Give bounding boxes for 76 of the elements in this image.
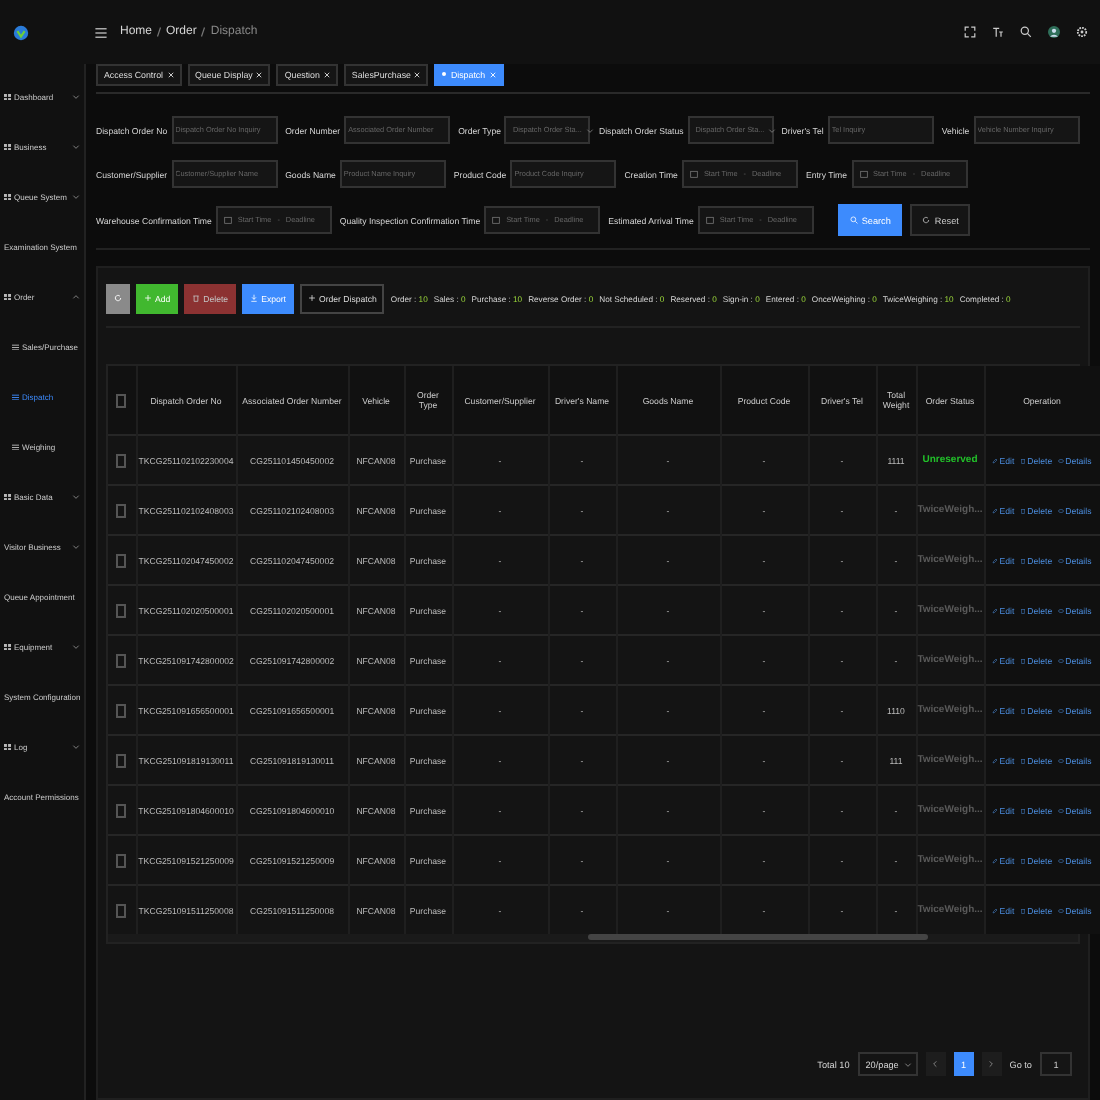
separator-icon — [200, 26, 207, 38]
list-icon — [12, 343, 19, 351]
plus-icon — [308, 294, 316, 302]
eye-icon — [1058, 707, 1065, 713]
settings-icon[interactable] — [1076, 26, 1088, 38]
pencil-icon — [992, 907, 999, 913]
trash-icon — [1020, 807, 1027, 813]
refresh-button[interactable] — [106, 283, 130, 313]
checkbox[interactable] — [116, 853, 127, 867]
pencil-icon — [992, 507, 999, 513]
trash-icon — [1020, 607, 1027, 613]
search-icon[interactable] — [1020, 26, 1032, 38]
pencil-icon — [992, 857, 999, 863]
eye-icon — [1058, 857, 1065, 863]
chevron-left-icon — [932, 1060, 939, 1068]
trash-icon — [1020, 507, 1027, 513]
text-size-icon[interactable] — [992, 26, 1004, 38]
separator-icon — [156, 26, 163, 38]
pencil-icon — [992, 807, 999, 813]
pencil-icon — [992, 657, 999, 663]
menu-icon[interactable] — [94, 25, 108, 39]
trash-icon — [1020, 557, 1027, 563]
checkbox[interactable] — [116, 603, 127, 617]
close-icon[interactable] — [323, 71, 330, 77]
close-icon[interactable] — [414, 71, 421, 77]
eye-icon — [1058, 457, 1065, 463]
trash-icon — [1020, 857, 1027, 863]
avatar-icon[interactable] — [1048, 26, 1060, 38]
trash-icon — [1020, 757, 1027, 763]
chevron-down-icon — [904, 1061, 913, 1067]
chevron-right-icon — [988, 1060, 995, 1068]
pencil-icon — [992, 757, 999, 763]
list-icon — [12, 393, 19, 401]
pencil-icon — [992, 557, 999, 563]
trash-icon — [192, 294, 201, 302]
eye-icon — [1058, 507, 1065, 513]
search-icon — [849, 216, 858, 224]
close-icon[interactable] — [256, 71, 263, 77]
calendar-icon — [689, 170, 698, 178]
plus-icon — [144, 294, 152, 302]
eye-icon — [1058, 557, 1065, 563]
eye-icon — [1058, 907, 1065, 913]
checkbox[interactable] — [116, 553, 127, 567]
trash-icon — [1020, 707, 1027, 713]
eye-icon — [1058, 807, 1065, 813]
refresh-icon — [114, 294, 122, 302]
download-icon — [250, 294, 259, 302]
checkbox[interactable] — [116, 903, 127, 917]
calendar-icon — [223, 216, 232, 224]
eye-icon — [1058, 607, 1065, 613]
trash-icon — [1020, 907, 1027, 913]
fullscreen-icon[interactable] — [964, 26, 976, 38]
calendar-icon — [705, 216, 714, 224]
checkbox[interactable] — [116, 803, 127, 817]
pencil-icon — [992, 607, 999, 613]
refresh-icon — [922, 216, 931, 224]
logo-icon — [12, 23, 30, 41]
calendar-icon — [492, 216, 501, 224]
checkbox[interactable] — [116, 653, 127, 667]
list-icon — [12, 443, 19, 451]
checkbox[interactable] — [116, 703, 127, 717]
checkbox[interactable] — [116, 503, 127, 517]
checkbox[interactable] — [116, 393, 127, 407]
calendar-icon — [859, 170, 867, 178]
pencil-icon — [992, 707, 999, 713]
eye-icon — [1058, 657, 1065, 663]
trash-icon — [1020, 457, 1027, 463]
checkbox[interactable] — [116, 453, 127, 467]
checkbox[interactable] — [116, 753, 127, 767]
trash-icon — [1020, 657, 1027, 663]
pencil-icon — [992, 457, 999, 463]
close-icon[interactable] — [167, 71, 174, 77]
previous-page-button[interactable] — [925, 1052, 946, 1076]
next-page-button[interactable] — [981, 1052, 1002, 1076]
scrollbar-thumb[interactable] — [588, 934, 928, 940]
eye-icon — [1058, 757, 1065, 763]
